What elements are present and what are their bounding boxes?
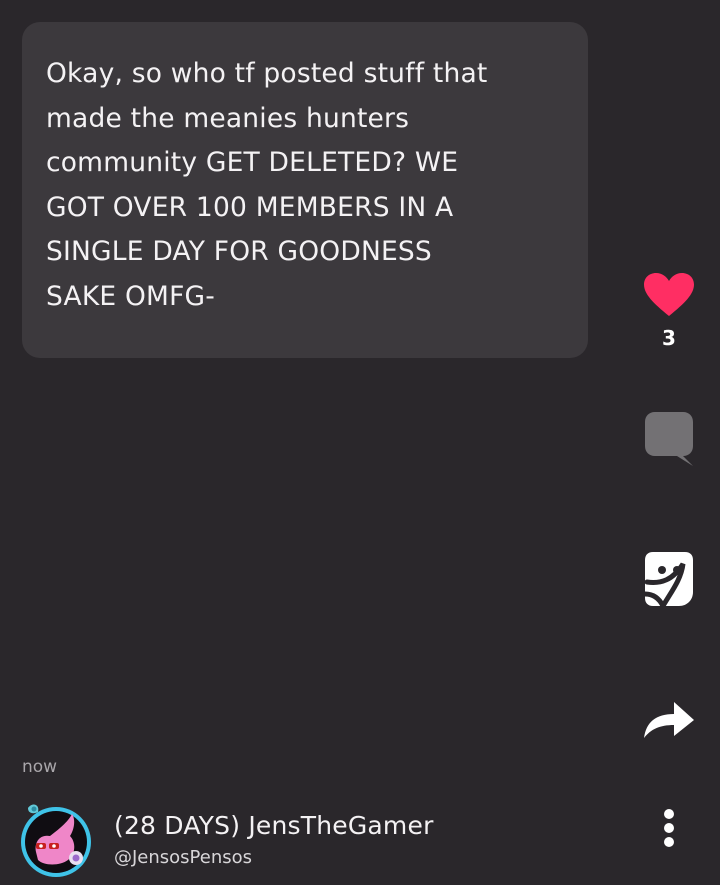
sticker-icon[interactable] <box>643 550 695 608</box>
author-name[interactable]: (28 DAYS) JensTheGamer <box>114 809 434 843</box>
comment-bubble-icon[interactable] <box>643 410 695 466</box>
post-timestamp: now <box>22 757 58 777</box>
author-info: (28 DAYS) JensTheGamer @JensosPensos <box>114 809 434 868</box>
like-count: 3 <box>662 326 676 350</box>
post-bubble: Okay, so who tf posted stuff that made t… <box>22 22 588 358</box>
more-options-button[interactable] <box>648 808 690 848</box>
like-button[interactable]: 3 <box>638 272 700 350</box>
share-arrow-icon[interactable] <box>642 700 696 740</box>
comment-button[interactable] <box>638 410 700 466</box>
more-vertical-icon[interactable] <box>662 808 676 848</box>
post-screen: Okay, so who tf posted stuff that made t… <box>0 0 720 885</box>
share-button[interactable] <box>638 700 700 740</box>
author-row[interactable]: (28 DAYS) JensTheGamer @JensosPensos <box>18 800 434 877</box>
heart-icon[interactable] <box>643 272 695 318</box>
post-text: Okay, so who tf posted stuff that made t… <box>46 58 488 312</box>
sticker-button[interactable] <box>638 550 700 608</box>
author-handle: @JensosPensos <box>114 846 253 868</box>
avatar[interactable] <box>18 800 94 877</box>
avatar-image <box>21 804 91 877</box>
